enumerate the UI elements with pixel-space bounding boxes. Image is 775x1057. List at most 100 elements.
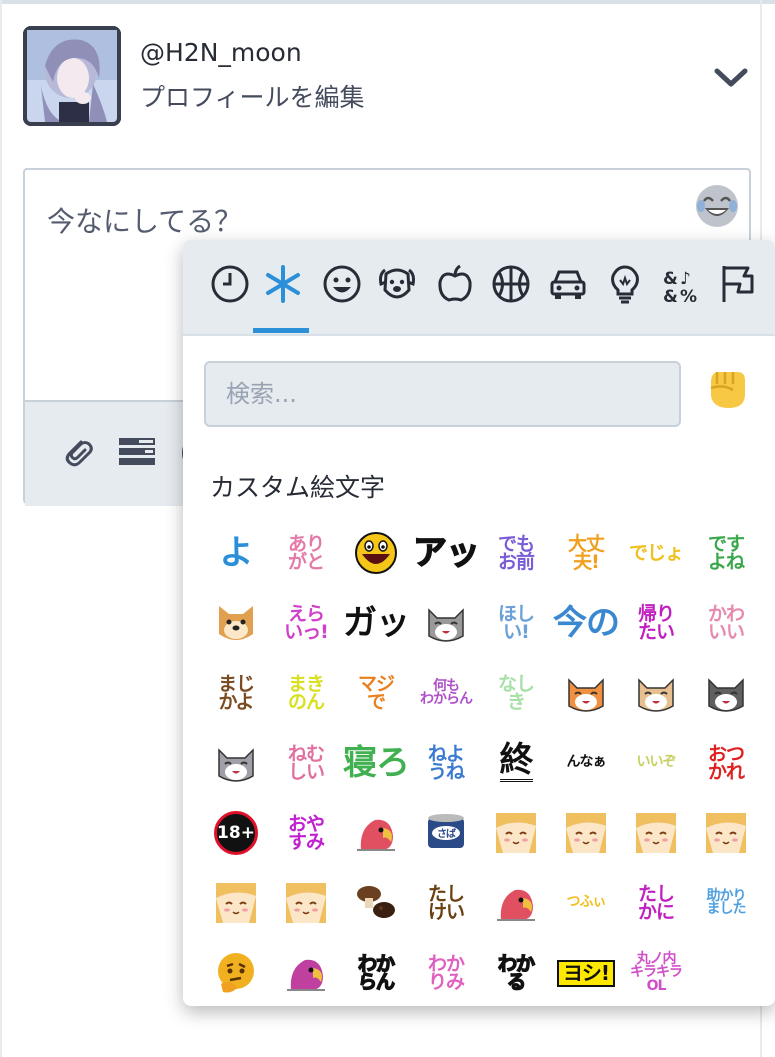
custom-emoji[interactable] (691, 798, 761, 868)
custom-emoji[interactable]: 助かり ました (691, 868, 761, 938)
custom-emoji[interactable] (551, 798, 621, 868)
fox-girl-2-icon (566, 813, 606, 853)
travel-icon[interactable] (546, 262, 590, 306)
custom-emoji[interactable]: でじょ (621, 518, 691, 588)
custom-emoji[interactable]: さば (411, 798, 481, 868)
custom-emoji[interactable]: よ (201, 518, 271, 588)
custom-emoji[interactable]: 帰り たい (621, 588, 691, 658)
custom-emoji[interactable]: ヨシ! (551, 938, 621, 1006)
custom-emoji[interactable]: でも お前 (481, 518, 551, 588)
custom-emoji[interactable] (271, 868, 341, 938)
avatar[interactable] (23, 26, 121, 126)
custom-emoji[interactable]: アッ (411, 518, 481, 588)
custom-icon[interactable] (261, 262, 305, 306)
custom-emoji[interactable]: んなぁ (551, 728, 621, 798)
custom-emoji[interactable]: ガッ (341, 588, 411, 658)
custom-emoji[interactable]: わか りみ (411, 938, 481, 1006)
custom-emoji[interactable] (481, 868, 551, 938)
skin-tone-fist-icon[interactable] (703, 364, 751, 412)
custom-emoji-label: おや すみ (287, 812, 325, 853)
custom-emoji-label: ほし い! (497, 602, 535, 643)
cat-gray-icon (218, 748, 254, 782)
custom-emoji[interactable]: なし き (481, 658, 551, 728)
custom-emoji[interactable]: たし かに (621, 868, 691, 938)
active-category-indicator (253, 328, 309, 333)
emoji-picker-button[interactable] (693, 182, 741, 230)
custom-emoji[interactable]: あり がと (271, 518, 341, 588)
custom-emoji-label: んなぁ (566, 754, 607, 771)
custom-emoji[interactable]: まき のん (271, 658, 341, 728)
custom-emoji[interactable]: 18+ (201, 798, 271, 868)
custom-emoji[interactable]: です よね (691, 518, 761, 588)
さば-icon: さば (428, 814, 464, 848)
custom-emoji-label: よ (219, 532, 254, 573)
custom-emoji[interactable] (201, 728, 271, 798)
custom-emoji[interactable]: ねむ しい (271, 728, 341, 798)
custom-emoji[interactable] (691, 658, 761, 728)
custom-emoji[interactable]: 今の (551, 588, 621, 658)
objects-icon[interactable] (603, 262, 647, 306)
paperclip-icon[interactable] (59, 434, 95, 470)
custom-emoji-label: ねむ しい (287, 742, 325, 783)
custom-emoji[interactable] (341, 518, 411, 588)
custom-emoji[interactable]: ねよ うね (411, 728, 481, 798)
custom-emoji[interactable] (201, 868, 271, 938)
svg-text:%: % (680, 287, 697, 306)
custom-emoji-label: わか りみ (427, 952, 465, 993)
custom-emoji[interactable]: 寝ろ (341, 728, 411, 798)
custom-emoji-label: 何も わからん (420, 677, 473, 707)
custom-emoji[interactable]: いいぞ (621, 728, 691, 798)
custom-emoji[interactable]: 何も わからん (411, 658, 481, 728)
chevron-down-icon[interactable] (712, 62, 750, 92)
custom-emoji[interactable]: おや すみ (271, 798, 341, 868)
smileys-icon[interactable] (320, 262, 364, 306)
symbols-icon[interactable]: & ♪ & % (660, 262, 704, 306)
fox-girl-6-icon (286, 883, 326, 923)
custom-emoji-label: おつ かれ (707, 742, 745, 783)
cat-calico-icon (638, 678, 674, 712)
custom-emoji[interactable]: ほし い! (481, 588, 551, 658)
custom-emoji[interactable] (341, 798, 411, 868)
custom-emoji[interactable] (411, 588, 481, 658)
food-icon[interactable] (433, 262, 477, 306)
fox-girl-5-icon (216, 883, 256, 923)
custom-emoji[interactable] (201, 938, 271, 1006)
custom-emoji[interactable] (621, 658, 691, 728)
custom-emoji[interactable] (551, 658, 621, 728)
activity-icon[interactable] (489, 262, 533, 306)
parrot-sleep-icon (497, 889, 535, 921)
emoji-search-input[interactable] (206, 363, 679, 425)
custom-emoji[interactable]: マジ で (341, 658, 411, 728)
custom-emoji[interactable] (481, 798, 551, 868)
flags-icon[interactable] (718, 262, 762, 306)
custom-emoji-label: 寝ろ (343, 742, 410, 783)
recent-icon[interactable] (208, 262, 252, 306)
custom-emoji[interactable] (621, 798, 691, 868)
custom-emoji[interactable]: おつ かれ (691, 728, 761, 798)
custom-emoji-label: えら いっ! (284, 602, 329, 643)
custom-emoji[interactable]: かわ いい (691, 588, 761, 658)
custom-emoji[interactable] (271, 938, 341, 1006)
custom-emoji[interactable] (201, 588, 271, 658)
custom-emoji[interactable] (341, 868, 411, 938)
custom-emoji-label: かわ いい (707, 602, 745, 643)
custom-emoji[interactable]: つふぃ (551, 868, 621, 938)
custom-emoji[interactable]: まじ かよ (201, 658, 271, 728)
animals-icon[interactable] (375, 262, 419, 306)
custom-emoji-label: です よね (707, 532, 745, 573)
custom-emoji[interactable]: 丸ノ内 キラキラ OL (621, 938, 691, 1006)
custom-emoji[interactable]: えら いっ! (271, 588, 341, 658)
edit-profile-link[interactable]: プロフィールを編集 (140, 78, 365, 114)
custom-emoji-label: 18+ (214, 811, 258, 855)
custom-emoji[interactable]: 終 (481, 728, 551, 798)
custom-emoji[interactable]: わか らん (341, 938, 411, 1006)
cat-orange-icon (568, 678, 604, 712)
poll-icon[interactable] (117, 436, 157, 468)
account-username[interactable]: @H2N_moon (140, 38, 302, 67)
custom-emoji-label: 帰り たい (637, 602, 675, 643)
custom-emoji-label: 終 (499, 740, 534, 782)
custom-emoji[interactable]: 大丈 夫! (551, 518, 621, 588)
cat-tricolor-icon (708, 678, 744, 712)
custom-emoji[interactable]: わか る (481, 938, 551, 1006)
custom-emoji[interactable]: たし けい (411, 868, 481, 938)
